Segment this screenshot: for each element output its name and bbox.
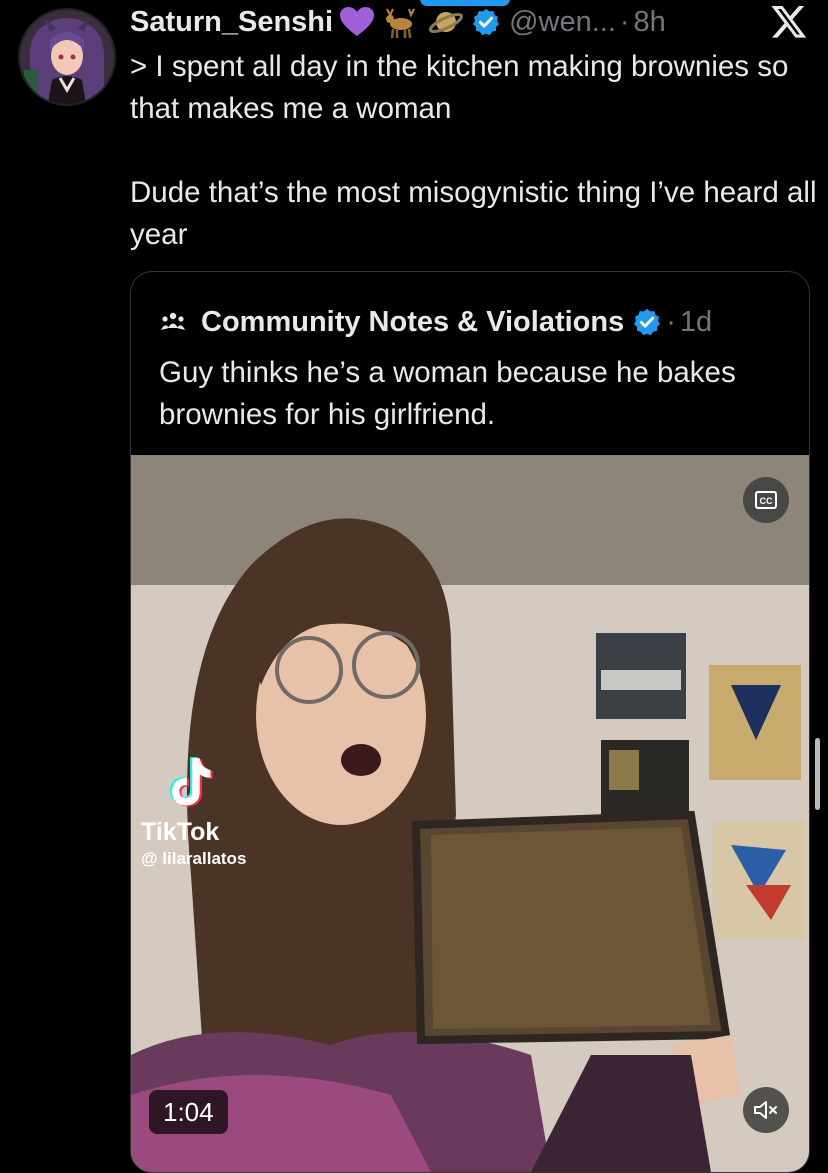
tweet-text-line1: > I spent all day in the kitchen making …	[130, 50, 789, 125]
video-duration: 1:04	[149, 1090, 228, 1134]
separator: ·	[619, 5, 630, 38]
community-icon	[159, 308, 187, 336]
captions-button[interactable]: CC	[743, 477, 789, 523]
cc-icon: CC	[755, 491, 777, 509]
author-handle[interactable]: @wen...	[509, 6, 616, 39]
tiktok-username: @ lilarallatos	[141, 849, 247, 868]
quote-header: Community Notes & Violations · 1d	[159, 302, 712, 342]
purple-heart-icon	[339, 6, 375, 38]
verified-badge-icon	[471, 7, 501, 37]
quote-author-name[interactable]: Community Notes & Violations	[201, 306, 624, 339]
scrollbar[interactable]	[815, 738, 820, 810]
cc-label: CC	[760, 496, 773, 506]
author-avatar[interactable]	[18, 8, 116, 106]
x-logo-icon[interactable]	[770, 2, 808, 40]
separator: ·	[666, 305, 676, 338]
tweet-header: Saturn_Senshi @wen... · 8h	[130, 2, 820, 42]
author-name[interactable]: Saturn_Senshi	[130, 6, 333, 39]
tiktok-brand: TikTok	[141, 818, 220, 846]
quoted-post[interactable]: Community Notes & Violations · 1d Guy th…	[130, 271, 810, 1173]
deer-icon	[381, 5, 421, 39]
saturn-icon	[427, 5, 465, 39]
tweet-text-line2: Dude that’s the most misogynistic thing …	[130, 176, 817, 251]
quote-time[interactable]: 1d	[680, 306, 712, 339]
verified-badge-icon	[632, 307, 662, 337]
tweet-text: > I spent all day in the kitchen making …	[130, 46, 820, 256]
tiktok-logo-icon	[169, 757, 213, 807]
quote-text: Guy thinks he’s a woman because he bakes…	[159, 356, 736, 431]
tiktok-watermark: TikTok @ lilarallatos	[141, 755, 246, 869]
muted-speaker-icon	[754, 1101, 777, 1119]
video-player[interactable]: TikTok @ lilarallatos CC 1:04	[131, 455, 809, 1172]
post-time[interactable]: 8h	[634, 6, 666, 39]
mute-button[interactable]	[743, 1087, 789, 1133]
